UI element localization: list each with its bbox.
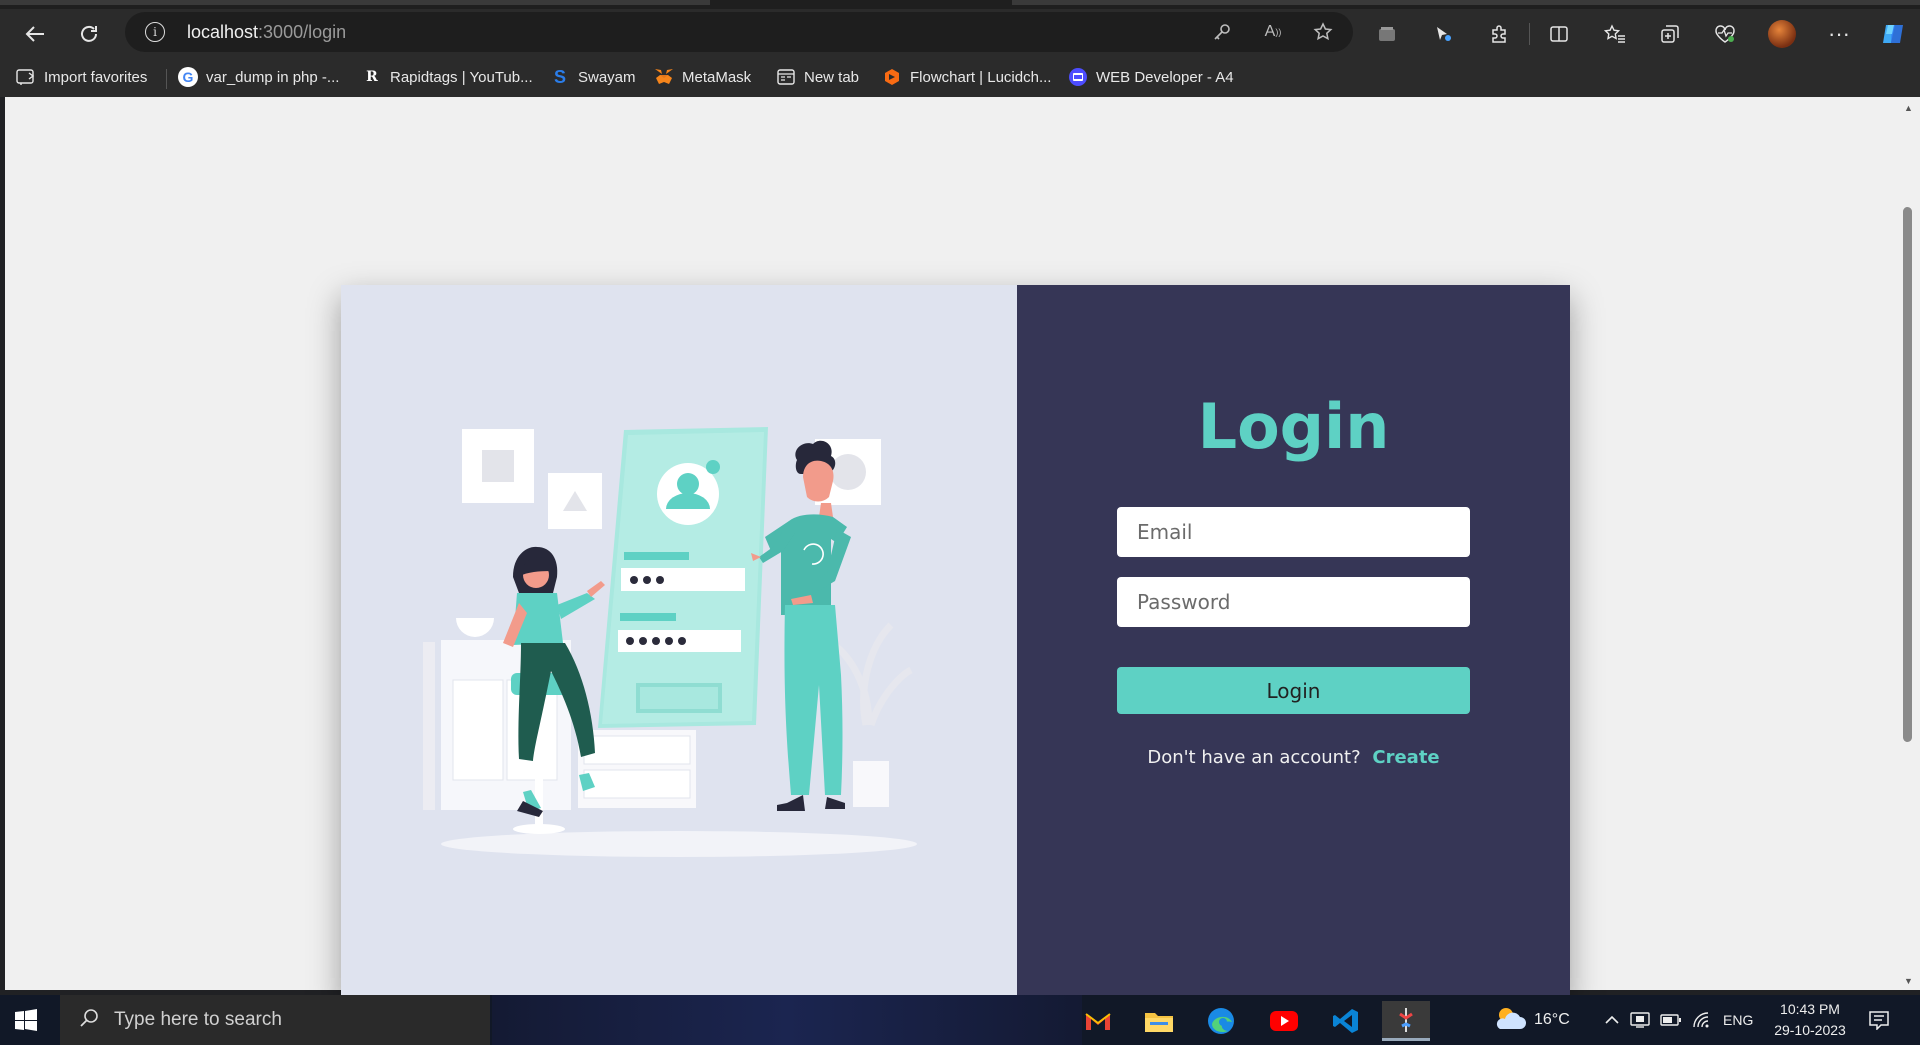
search-icon xyxy=(78,1007,100,1034)
google-icon: G xyxy=(178,67,198,87)
create-account-link[interactable]: Create xyxy=(1372,747,1439,768)
browser-toolbar: i localhost:3000/login A)) ··· xyxy=(0,9,1920,59)
pinned-app-icon[interactable] xyxy=(1382,1001,1430,1041)
scroll-down-arrow-icon[interactable]: ▼ xyxy=(1904,976,1913,986)
scroll-up-arrow-icon[interactable]: ▲ xyxy=(1904,103,1913,113)
search-placeholder: Type here to search xyxy=(114,1009,282,1030)
tab[interactable] xyxy=(1012,0,1920,5)
wifi-icon[interactable] xyxy=(1692,995,1712,1045)
favorites-bar: Import favorites G var_dump in php -... … xyxy=(0,59,1920,97)
favorite-metamask[interactable]: MetaMask xyxy=(654,67,751,87)
password-field[interactable] xyxy=(1117,577,1470,627)
login-title: Login xyxy=(1197,390,1390,463)
read-aloud-icon[interactable]: A)) xyxy=(1261,20,1285,44)
url-host: localhost xyxy=(187,22,259,42)
copilot-icon[interactable] xyxy=(1876,17,1910,51)
edge-browser-icon[interactable] xyxy=(1197,1001,1245,1041)
import-icon xyxy=(16,67,36,87)
favorite-label: Swayam xyxy=(578,68,636,86)
refresh-icon[interactable] xyxy=(72,17,106,51)
toolbar-divider xyxy=(1529,23,1530,45)
favorite-web-developer[interactable]: WEB Developer - A4 xyxy=(1068,67,1234,87)
clock-time: 10:43 PM xyxy=(1780,1001,1840,1017)
favorite-label: Import favorites xyxy=(44,68,148,86)
signup-prompt-text: Don't have an account? xyxy=(1147,747,1361,768)
login-button[interactable]: Login xyxy=(1117,667,1470,714)
favorite-label: WEB Developer - A4 xyxy=(1096,68,1234,86)
weather-cloud-icon xyxy=(1492,1005,1526,1036)
site-info-icon[interactable]: i xyxy=(145,22,165,42)
favorite-label: MetaMask xyxy=(682,68,752,86)
login-panel: Login Login Don't have an account? Creat… xyxy=(1017,285,1570,1000)
notifications-icon[interactable] xyxy=(1868,995,1890,1045)
metamask-fox-icon xyxy=(654,67,674,87)
email-field[interactable] xyxy=(1117,507,1470,557)
collections-icon[interactable] xyxy=(1653,17,1687,51)
favorite-label: Rapidtags | YouTub... xyxy=(390,68,533,86)
favorites-icon[interactable] xyxy=(1598,17,1632,51)
split-screen-icon[interactable] xyxy=(1542,17,1576,51)
windows-taskbar: Type here to search 16°C ENG 10:43 PM 29… xyxy=(0,995,1920,1045)
file-explorer-icon[interactable] xyxy=(1135,1001,1183,1041)
gmail-icon[interactable] xyxy=(1074,1001,1122,1041)
page-viewport: Login Login Don't have an account? Creat… xyxy=(5,97,1896,1000)
key-icon[interactable] xyxy=(1210,20,1234,44)
language-indicator[interactable]: ENG xyxy=(1723,995,1753,1045)
favorite-star-icon[interactable] xyxy=(1311,20,1335,44)
address-bar[interactable]: i localhost:3000/login A)) xyxy=(125,12,1353,52)
favorite-new-tab[interactable]: New tab xyxy=(776,67,859,87)
lucidchart-icon xyxy=(882,67,902,87)
cursor-extension-icon[interactable] xyxy=(1426,17,1460,51)
tab-strip xyxy=(0,0,1920,9)
temperature: 16°C xyxy=(1534,1011,1570,1028)
url-text[interactable]: localhost:3000/login xyxy=(187,22,346,43)
login-card: Login Login Don't have an account? Creat… xyxy=(341,285,1570,1000)
back-arrow-icon[interactable] xyxy=(18,17,52,51)
extensions-icon[interactable] xyxy=(1482,17,1516,51)
taskbar-search-box[interactable]: Type here to search xyxy=(60,995,490,1045)
youtube-icon[interactable] xyxy=(1260,1001,1308,1041)
taskbar-clock[interactable]: 10:43 PM 29-10-2023 xyxy=(1762,999,1858,1041)
web-developer-icon xyxy=(1068,67,1088,87)
favorites-divider xyxy=(166,69,167,89)
profile-avatar[interactable] xyxy=(1765,17,1799,51)
swayam-icon: S xyxy=(553,66,566,87)
favorite-label: Flowchart | Lucidch... xyxy=(910,68,1052,86)
weather-widget[interactable]: 16°C xyxy=(1492,995,1570,1045)
favorite-rapidtags[interactable]: R Rapidtags | YouTub... xyxy=(362,67,533,87)
new-tab-icon xyxy=(776,67,796,87)
vscode-icon[interactable] xyxy=(1322,1001,1370,1041)
login-illustration xyxy=(423,427,917,857)
favorite-import[interactable]: Import favorites xyxy=(16,67,147,87)
browser-essentials-icon[interactable] xyxy=(1708,17,1742,51)
battery-icon[interactable] xyxy=(1660,995,1682,1045)
tab-actions-icon[interactable] xyxy=(1370,17,1404,51)
clock-date: 29-10-2023 xyxy=(1774,1022,1846,1038)
scroll-thumb[interactable] xyxy=(1903,207,1912,742)
url-path: :3000/login xyxy=(258,22,347,42)
show-hidden-icons-chevron-icon[interactable] xyxy=(1604,995,1620,1045)
page-scrollbar[interactable]: ▲ ▼ xyxy=(1896,97,1920,990)
more-menu-icon[interactable]: ··· xyxy=(1822,17,1856,51)
meet-now-icon[interactable] xyxy=(1630,995,1650,1045)
signup-prompt: Don't have an account? Create xyxy=(1017,747,1570,768)
taskbar-background xyxy=(492,995,1082,1045)
illustration-panel xyxy=(341,285,1017,1000)
favorite-swayam[interactable]: S Swayam xyxy=(550,67,636,87)
tab[interactable] xyxy=(0,0,710,5)
browser-chrome: i localhost:3000/login A)) ··· Import fa… xyxy=(0,0,1920,97)
favorite-var-dump[interactable]: G var_dump in php -... xyxy=(178,67,339,87)
rapidtags-icon: R xyxy=(366,69,378,85)
favorite-label: New tab xyxy=(804,68,860,86)
windows-start-icon[interactable] xyxy=(14,1008,38,1032)
favorite-lucidchart[interactable]: Flowchart | Lucidch... xyxy=(882,67,1051,87)
favorite-label: var_dump in php -... xyxy=(206,68,340,86)
